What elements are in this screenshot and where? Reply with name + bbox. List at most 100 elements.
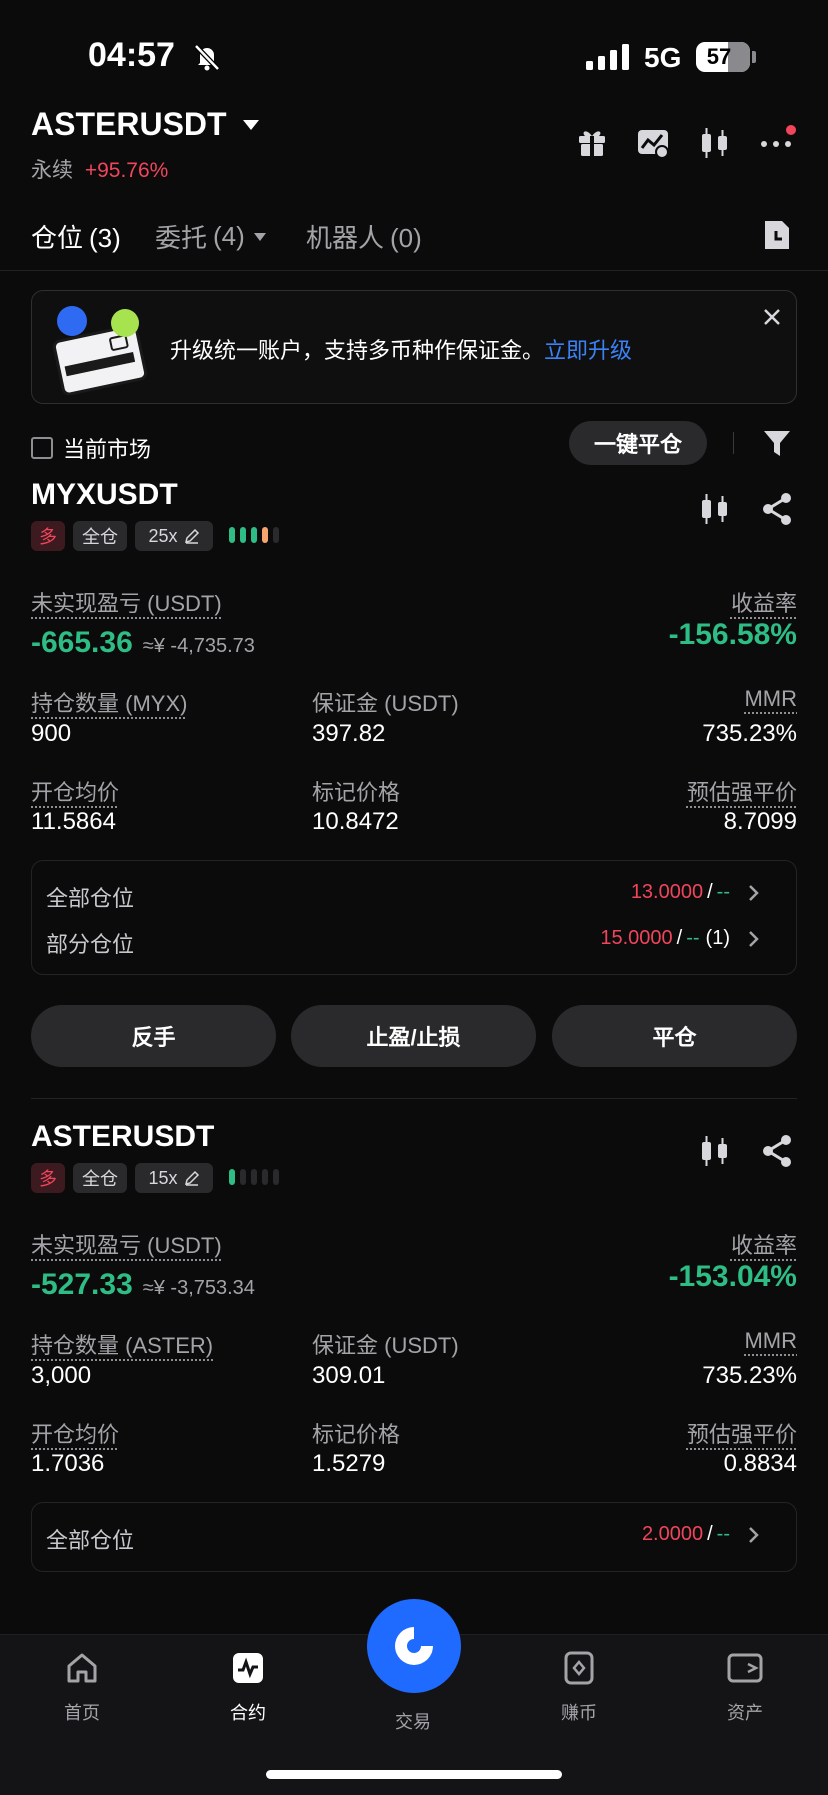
unrealized-pnl-label: 未实现盈亏 (USDT) bbox=[31, 1233, 222, 1258]
nav-trade[interactable]: 交易 bbox=[353, 1694, 473, 1734]
home-indicator bbox=[266, 1770, 562, 1779]
roe-value: -153.04% bbox=[668, 1260, 797, 1293]
mmr-label: MMR bbox=[744, 686, 797, 711]
chevron-right-icon bbox=[749, 884, 759, 901]
liq-price-label: 预估强平价 bbox=[686, 1422, 797, 1447]
position-symbol: ASTERUSDT bbox=[31, 1120, 215, 1153]
risk-level-icon bbox=[229, 527, 279, 543]
price-change: +95.76% bbox=[84, 159, 169, 182]
edit-icon bbox=[184, 1170, 199, 1186]
contract-type: 永续 bbox=[31, 159, 73, 182]
tpsl-box: 全部仓位 2.0000 / -- bbox=[31, 1502, 797, 1572]
tab-bots[interactable]: 机器人 (0) bbox=[306, 218, 422, 255]
roe-label: 收益率 bbox=[730, 1233, 797, 1258]
unrealized-pnl: -527.33 bbox=[31, 1268, 133, 1301]
futures-chart-icon bbox=[233, 1653, 263, 1683]
liq-price-value: 0.8834 bbox=[723, 1450, 797, 1477]
exchange-logo-icon bbox=[395, 1627, 433, 1665]
margin-label: 保证金 (USDT) bbox=[312, 691, 459, 716]
tabs-divider bbox=[0, 270, 828, 271]
tpsl-box: 全部仓位 13.0000 / -- 部分仓位 15.0000 / -- (1) bbox=[31, 860, 797, 975]
candlestick-icon[interactable] bbox=[698, 492, 732, 526]
chart-card-icon[interactable] bbox=[636, 128, 670, 158]
qty-label: 持仓数量 (ASTER) bbox=[31, 1333, 214, 1358]
card-divider bbox=[31, 1098, 797, 1099]
reverse-button[interactable]: 反手 bbox=[31, 1005, 276, 1067]
symbol-title: ASTERUSDT bbox=[31, 106, 227, 142]
mark-price-value: 1.5279 bbox=[312, 1450, 386, 1477]
entry-price-label: 开仓均价 bbox=[31, 1422, 120, 1447]
tpsl-button[interactable]: 止盈/止损 bbox=[291, 1005, 536, 1067]
nav-earn[interactable]: 赚币 bbox=[519, 1650, 639, 1725]
close-icon[interactable] bbox=[762, 307, 782, 327]
filter-icon[interactable] bbox=[762, 428, 792, 458]
banner-text: 升级统一账户，支持多币种作保证金。 bbox=[170, 338, 545, 363]
side-badge: 多 bbox=[31, 1163, 65, 1193]
upgrade-banner[interactable]: 升级统一账户，支持多币种作保证金。立即升级 bbox=[31, 290, 797, 404]
mmr-value: 735.23% bbox=[702, 720, 797, 747]
current-market-checkbox[interactable]: 当前市场 bbox=[31, 432, 151, 464]
qty-label: 持仓数量 (MYX) bbox=[31, 691, 188, 716]
leverage-badge[interactable]: 25x bbox=[135, 521, 213, 551]
battery-level: 57 bbox=[706, 44, 732, 69]
liq-price-value: 8.7099 bbox=[723, 808, 797, 835]
edit-icon bbox=[184, 528, 199, 544]
tab-positions[interactable]: 仓位 (3) bbox=[31, 218, 121, 255]
mmr-label: MMR bbox=[744, 1328, 797, 1353]
margin-mode-badge: 全仓 bbox=[73, 1163, 127, 1193]
signal-icon bbox=[586, 44, 629, 70]
mark-price-label: 标记价格 bbox=[312, 780, 401, 805]
caret-down-icon bbox=[253, 232, 266, 241]
more-icon[interactable] bbox=[760, 124, 796, 154]
nav-home[interactable]: 首页 bbox=[22, 1650, 142, 1725]
mmr-value: 735.23% bbox=[702, 1362, 797, 1389]
upgrade-link[interactable]: 立即升级 bbox=[544, 338, 632, 363]
entry-price-value: 11.5864 bbox=[31, 808, 116, 835]
status-bar: 04:57 5G 57 bbox=[0, 0, 828, 100]
chevron-right-icon bbox=[749, 930, 759, 947]
roe-value: -156.58% bbox=[668, 618, 797, 651]
share-icon[interactable] bbox=[760, 492, 794, 526]
unrealized-pnl-label: 未实现盈亏 (USDT) bbox=[31, 591, 222, 616]
tab-orders[interactable]: 委托 (4) bbox=[155, 218, 267, 255]
margin-value: 397.82 bbox=[312, 720, 386, 747]
liq-price-label: 预估强平价 bbox=[686, 780, 797, 805]
qty-value: 900 bbox=[31, 720, 72, 747]
margin-label: 保证金 (USDT) bbox=[312, 1333, 459, 1358]
mark-price-label: 标记价格 bbox=[312, 1422, 401, 1447]
nav-futures[interactable]: 合约 bbox=[188, 1650, 308, 1725]
margin-mode-badge: 全仓 bbox=[73, 521, 127, 551]
mark-price-value: 10.8472 bbox=[312, 808, 399, 835]
network-type: 5G bbox=[644, 42, 682, 73]
gift-icon[interactable] bbox=[576, 126, 608, 158]
close-all-button[interactable]: 一键平仓 bbox=[569, 421, 707, 465]
filter-divider bbox=[733, 432, 734, 454]
unrealized-pnl-cny: ≈¥ -4,735.73 bbox=[142, 635, 255, 657]
entry-price-label: 开仓均价 bbox=[31, 780, 120, 805]
trade-fab-button[interactable] bbox=[367, 1599, 461, 1693]
leverage-badge[interactable]: 15x bbox=[135, 1163, 213, 1193]
position-symbol: MYXUSDT bbox=[31, 478, 178, 511]
wallet-icon bbox=[727, 1653, 763, 1683]
current-market-label: 当前市场 bbox=[63, 437, 152, 462]
side-badge: 多 bbox=[31, 521, 65, 551]
unrealized-pnl: -665.36 bbox=[31, 626, 133, 659]
tpsl-row[interactable]: 部分仓位 15.0000 / -- (1) bbox=[46, 927, 782, 957]
share-icon[interactable] bbox=[760, 1134, 794, 1168]
battery-icon: 57 bbox=[696, 42, 750, 72]
margin-value: 309.01 bbox=[312, 1362, 386, 1389]
tpsl-row[interactable]: 全部仓位 2.0000 / -- bbox=[46, 1523, 782, 1553]
entry-price-value: 1.7036 bbox=[31, 1450, 105, 1477]
symbol-selector[interactable]: ASTERUSDT bbox=[31, 106, 261, 143]
earn-icon bbox=[564, 1651, 594, 1685]
close-position-button[interactable]: 平仓 bbox=[552, 1005, 797, 1067]
risk-level-icon bbox=[229, 1169, 279, 1185]
candlestick-icon[interactable] bbox=[698, 126, 732, 160]
nav-assets[interactable]: 资产 bbox=[685, 1650, 805, 1725]
status-time: 04:57 bbox=[88, 36, 175, 74]
chevron-right-icon bbox=[749, 1526, 759, 1543]
unrealized-pnl-cny: ≈¥ -3,753.34 bbox=[142, 1277, 255, 1299]
history-doc-icon[interactable] bbox=[762, 218, 792, 252]
candlestick-icon[interactable] bbox=[698, 1134, 732, 1168]
tpsl-row[interactable]: 全部仓位 13.0000 / -- bbox=[46, 881, 782, 911]
